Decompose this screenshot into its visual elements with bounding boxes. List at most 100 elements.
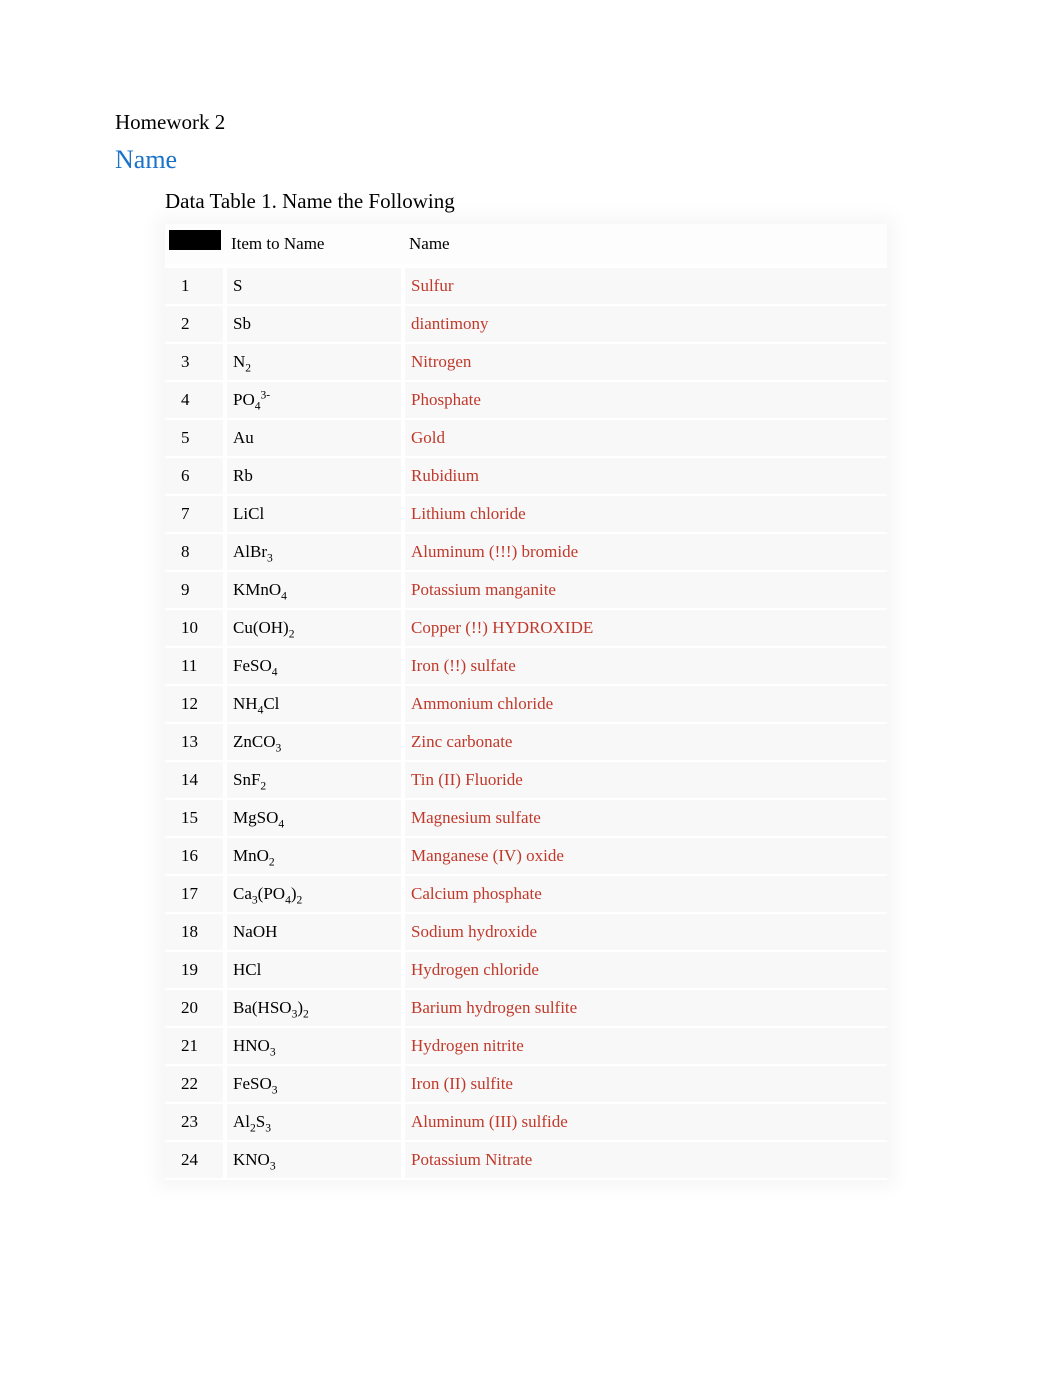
answer-name: Ammonium chloride [403, 685, 887, 723]
item-to-name: Cu(OH)2 [225, 609, 403, 647]
table-row: 22FeSO3Iron (II) sulfite [165, 1065, 887, 1103]
item-to-name: FeSO3 [225, 1065, 403, 1103]
table-row: 13ZnCO3Zinc carbonate [165, 723, 887, 761]
table-row: 21HNO3Hydrogen nitrite [165, 1027, 887, 1065]
item-to-name: Au [225, 419, 403, 457]
row-number: 10 [165, 609, 225, 647]
table-row: 11FeSO4Iron (!!) sulfate [165, 647, 887, 685]
item-to-name: Ba(HSO3)2 [225, 989, 403, 1027]
table-caption: Data Table 1. Name the Following [165, 189, 947, 214]
item-to-name: MgSO4 [225, 799, 403, 837]
table-row: 7LiClLithium chloride [165, 495, 887, 533]
table-row: 14SnF2Tin (II) Fluoride [165, 761, 887, 799]
item-to-name: ZnCO3 [225, 723, 403, 761]
item-to-name: AlBr3 [225, 533, 403, 571]
answer-name: Sulfur [403, 266, 887, 305]
answer-name: Magnesium sulfate [403, 799, 887, 837]
table-row: 1SSulfur [165, 266, 887, 305]
table-row: 19HClHydrogen chloride [165, 951, 887, 989]
table-row: 23Al2S3Aluminum (III) sulfide [165, 1103, 887, 1141]
row-number: 1 [165, 266, 225, 305]
item-to-name: LiCl [225, 495, 403, 533]
row-number: 13 [165, 723, 225, 761]
item-to-name: MnO2 [225, 837, 403, 875]
item-to-name: Al2S3 [225, 1103, 403, 1141]
row-number: 17 [165, 875, 225, 913]
table-row: 4PO43-Phosphate [165, 381, 887, 419]
table-row: 5AuGold [165, 419, 887, 457]
answer-name: Sodium hydroxide [403, 913, 887, 951]
table-row: 16MnO2Manganese (IV) oxide [165, 837, 887, 875]
row-number: 14 [165, 761, 225, 799]
item-to-name: Ca3(PO4)2 [225, 875, 403, 913]
item-to-name: SnF2 [225, 761, 403, 799]
answer-name: Copper (!!) HYDROXIDE [403, 609, 887, 647]
item-to-name: N2 [225, 343, 403, 381]
item-to-name: FeSO4 [225, 647, 403, 685]
answer-name: Potassium manganite [403, 571, 887, 609]
row-number: 21 [165, 1027, 225, 1065]
table-row: 10Cu(OH)2Copper (!!) HYDROXIDE [165, 609, 887, 647]
row-number: 3 [165, 343, 225, 381]
table-header-row: Item to Name Name [165, 224, 887, 266]
table-row: 8AlBr3Aluminum (!!!) bromide [165, 533, 887, 571]
row-number: 20 [165, 989, 225, 1027]
data-table: Item to Name Name 1SSulfur2Sbdiantimony3… [165, 224, 887, 1180]
row-number: 23 [165, 1103, 225, 1141]
row-number: 18 [165, 913, 225, 951]
row-number: 8 [165, 533, 225, 571]
table-row: 2Sbdiantimony [165, 305, 887, 343]
table-row: 17Ca3(PO4)2Calcium phosphate [165, 875, 887, 913]
answer-name: Hydrogen chloride [403, 951, 887, 989]
item-to-name: NH4Cl [225, 685, 403, 723]
item-to-name: KMnO4 [225, 571, 403, 609]
answer-name: Aluminum (!!!) bromide [403, 533, 887, 571]
answer-name: Potassium Nitrate [403, 1141, 887, 1179]
item-to-name: NaOH [225, 913, 403, 951]
item-to-name: S [225, 266, 403, 305]
column-header-number [165, 224, 225, 266]
table-row: 18NaOHSodium hydroxide [165, 913, 887, 951]
row-number: 4 [165, 381, 225, 419]
row-number: 11 [165, 647, 225, 685]
item-to-name: HNO3 [225, 1027, 403, 1065]
answer-name: Phosphate [403, 381, 887, 419]
table-row: 24KNO3Potassium Nitrate [165, 1141, 887, 1179]
row-number: 24 [165, 1141, 225, 1179]
answer-name: Iron (II) sulfite [403, 1065, 887, 1103]
homework-title: Homework 2 [115, 110, 947, 135]
column-header-item: Item to Name [225, 224, 403, 266]
table-row: 3N2Nitrogen [165, 343, 887, 381]
answer-name: Tin (II) Fluoride [403, 761, 887, 799]
row-number: 22 [165, 1065, 225, 1103]
answer-name: Manganese (IV) oxide [403, 837, 887, 875]
table-row: 6RbRubidium [165, 457, 887, 495]
item-to-name: KNO3 [225, 1141, 403, 1179]
item-to-name: PO43- [225, 381, 403, 419]
answer-name: Gold [403, 419, 887, 457]
row-number: 15 [165, 799, 225, 837]
name-heading: Name [115, 145, 947, 175]
data-table-wrapper: Item to Name Name 1SSulfur2Sbdiantimony3… [165, 224, 887, 1180]
row-number: 9 [165, 571, 225, 609]
row-number: 12 [165, 685, 225, 723]
answer-name: diantimony [403, 305, 887, 343]
row-number: 2 [165, 305, 225, 343]
answer-name: Lithium chloride [403, 495, 887, 533]
table-row: 9KMnO4Potassium manganite [165, 571, 887, 609]
table-row: 12NH4ClAmmonium chloride [165, 685, 887, 723]
table-row: 20Ba(HSO3)2Barium hydrogen sulfite [165, 989, 887, 1027]
column-header-name: Name [403, 224, 887, 266]
row-number: 6 [165, 457, 225, 495]
answer-name: Rubidium [403, 457, 887, 495]
item-to-name: Rb [225, 457, 403, 495]
answer-name: Zinc carbonate [403, 723, 887, 761]
redacted-block [169, 230, 221, 250]
answer-name: Barium hydrogen sulfite [403, 989, 887, 1027]
item-to-name: Sb [225, 305, 403, 343]
answer-name: Calcium phosphate [403, 875, 887, 913]
row-number: 19 [165, 951, 225, 989]
answer-name: Aluminum (III) sulfide [403, 1103, 887, 1141]
answer-name: Nitrogen [403, 343, 887, 381]
row-number: 5 [165, 419, 225, 457]
